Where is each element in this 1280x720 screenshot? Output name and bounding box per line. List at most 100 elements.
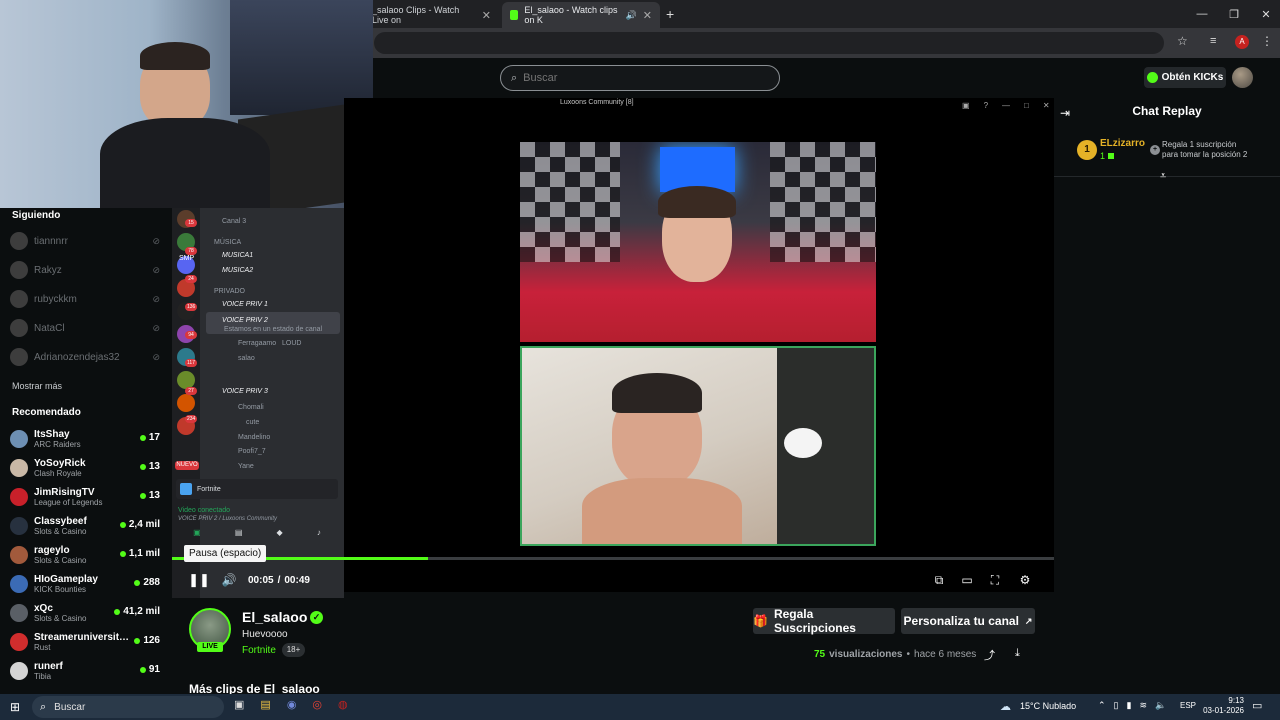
tray-icon[interactable]: ▯ (1114, 700, 1119, 711)
recommended-item[interactable]: ItsShay ARC Raiders 17 (10, 426, 166, 452)
egg (784, 428, 822, 458)
avatar (10, 604, 28, 622)
channel-name[interactable]: El_salaoo (242, 609, 307, 625)
search-box[interactable]: ⌕ (500, 65, 780, 91)
theater-mode-button[interactable]: ▭ (958, 570, 976, 590)
address-bar[interactable] (374, 32, 1164, 54)
recommended-text: xQc Slots & Casino (34, 603, 86, 624)
close-icon[interactable]: ✕ (482, 9, 491, 22)
recommended-item[interactable]: Streameruniversit… Rust 126 (10, 629, 166, 655)
new-tab-button[interactable]: + (666, 6, 674, 22)
soundboard-icon[interactable]: ♪ (317, 528, 321, 542)
recommended-text: ItsShay ARC Raiders (34, 429, 81, 450)
discord-channel[interactable]: Estamos en un estado de canal (224, 324, 322, 335)
media-control-icon[interactable]: ≡ (1210, 35, 1216, 47)
following-item[interactable]: Rakyz ⊘ (10, 257, 166, 283)
following-item[interactable]: tiannnrr ⊘ (10, 228, 166, 254)
cta-line-2: para tomar la posición 2 (1162, 150, 1248, 159)
user-avatar[interactable] (1232, 67, 1253, 88)
discord-channel[interactable]: cute (246, 417, 259, 428)
browser-tab-clips[interactable]: _salaoo Clips - Watch Live on ✕ (364, 2, 499, 28)
tray-chevron-icon[interactable]: ⌃ (1098, 700, 1106, 711)
discord-channel[interactable]: salao (238, 353, 255, 364)
discord-channel[interactable]: LOUD (282, 338, 301, 349)
discord-channel[interactable]: MUSICA2 (222, 265, 253, 276)
discord-channel[interactable]: Yane (238, 461, 254, 472)
discord-channel[interactable]: MUSICA1 (222, 250, 253, 261)
following-item[interactable]: rubyckkm ⊘ (10, 286, 166, 312)
fullscreen-button[interactable]: ⛶ (986, 570, 1004, 590)
bookmark-star-icon[interactable]: ☆ (1177, 34, 1188, 48)
gift-subs-button[interactable]: 🎁 Regala Suscripciones (753, 607, 895, 635)
task-view-icon[interactable]: ▣ (234, 698, 244, 716)
discord-channel[interactable]: VOICE PRIV 3 (222, 386, 268, 397)
clock[interactable]: 9:13 03-01-2026 (1200, 696, 1244, 716)
file-explorer-icon[interactable]: ▤ (260, 698, 270, 716)
get-kicks-button[interactable]: Obtén KICKs (1144, 67, 1226, 88)
discord-channel[interactable]: Mandelino (238, 432, 270, 443)
category-link[interactable]: Fortnite (242, 645, 276, 656)
language-indicator[interactable]: ESP (1180, 701, 1196, 710)
viewer-count: 126 (134, 635, 160, 646)
recommended-item[interactable]: xQc Slots & Casino 41,2 mil (10, 600, 166, 626)
discord-channel[interactable]: Poofi7_7 (238, 446, 266, 457)
expand-leaderboard-icon[interactable]: ⩡ (1160, 170, 1166, 183)
download-icon[interactable]: ⤓ (1015, 647, 1020, 660)
viewer-number: 13 (148, 490, 160, 501)
discord-channel[interactable]: Chomali (238, 402, 264, 413)
profile-avatar-icon[interactable]: A (1235, 35, 1249, 49)
recommended-item[interactable]: JimRisingTV League of Legends 13 (10, 484, 166, 510)
discord-channel[interactable]: VOICE PRIV 1 (222, 299, 268, 310)
discord-channel[interactable]: PRIVADO (214, 286, 245, 297)
weather-label[interactable]: 15°C Nublado (1020, 701, 1076, 711)
activity-icon[interactable]: ◆ (277, 528, 283, 542)
pause-button[interactable]: ❚❚ (188, 570, 210, 590)
maximize-button[interactable]: ❐ (1218, 0, 1250, 28)
chrome-icon[interactable]: ◎ (312, 698, 322, 716)
minimize-button[interactable]: — (1186, 0, 1218, 28)
gift-subs-label: Regala Suscripciones (773, 607, 856, 635)
discord-icon[interactable]: ◉ (287, 698, 297, 716)
discord-server-icon[interactable] (177, 394, 195, 412)
gift-plus-icon[interactable]: + (1150, 145, 1160, 155)
search-input[interactable] (523, 72, 754, 84)
wifi-icon[interactable]: ≋ (1139, 700, 1147, 711)
taskbar-search[interactable]: ⌕ Buscar (32, 696, 224, 718)
voice-status: Video conectado (178, 507, 231, 514)
following-item[interactable]: Adrianozendejas32 ⊘ (10, 344, 166, 370)
menu-kebab-icon[interactable]: ⋮ (1261, 34, 1273, 48)
settings-icon[interactable]: ⚙ (1016, 570, 1034, 590)
recommended-item[interactable]: Classybeef Slots & Casino 2,4 mil (10, 513, 166, 539)
screen-share-icon[interactable]: ▤ (235, 528, 243, 542)
share-icon[interactable]: ⤴ (984, 647, 995, 663)
recommended-item[interactable]: runerf Tibia 91 (10, 658, 166, 684)
viewer-count: 288 (134, 577, 160, 588)
close-icon[interactable]: ✕ (643, 9, 652, 22)
channel-name: rageylo (34, 544, 70, 556)
channel-category: ARC Raiders (34, 439, 81, 449)
volume-button[interactable]: 🔊 (220, 570, 238, 590)
battery-icon[interactable]: ▮ (1127, 700, 1132, 711)
discord-channel[interactable]: Ferragaamo (238, 338, 276, 349)
top-gifter-name[interactable]: ELzizarro (1100, 138, 1145, 149)
recommended-item[interactable]: HIoGameplay KICK Bounties 288 (10, 571, 166, 597)
windows-start-icon[interactable]: ⊞ (10, 700, 20, 714)
volume-icon[interactable]: 🔈 (1155, 700, 1166, 711)
customize-channel-button[interactable]: Personaliza tu canal ↗ (901, 608, 1035, 634)
recommended-item[interactable]: rageylo Slots & Casino 1,1 mil (10, 542, 166, 568)
app-icon[interactable]: ◍ (338, 698, 348, 716)
browser-tab-active[interactable]: El_salaoo - Watch clips on K 🔊 ✕ (502, 2, 660, 28)
offline-icon: ⊘ (152, 293, 160, 304)
close-window-button[interactable]: ✕ (1250, 0, 1280, 28)
discord-channel[interactable]: Canal 3 (222, 216, 246, 227)
notifications-icon[interactable]: ▭ (1252, 699, 1262, 712)
following-item[interactable]: NataCl ⊘ (10, 315, 166, 341)
gift-leaderboard-cta[interactable]: Regala 1 suscripción para tomar la posic… (1162, 140, 1247, 160)
activity-label: Fortnite (197, 485, 221, 493)
picture-in-picture-button[interactable]: ⧉ (930, 570, 948, 590)
show-more-link[interactable]: Mostrar más (12, 381, 62, 391)
verified-badge-icon: ✓ (310, 611, 323, 624)
recommended-item[interactable]: YoSoyRick Clash Royale 13 (10, 455, 166, 481)
camera-icon[interactable]: ▣ (193, 528, 201, 542)
discord-channel[interactable]: MÚSICA (214, 237, 241, 248)
